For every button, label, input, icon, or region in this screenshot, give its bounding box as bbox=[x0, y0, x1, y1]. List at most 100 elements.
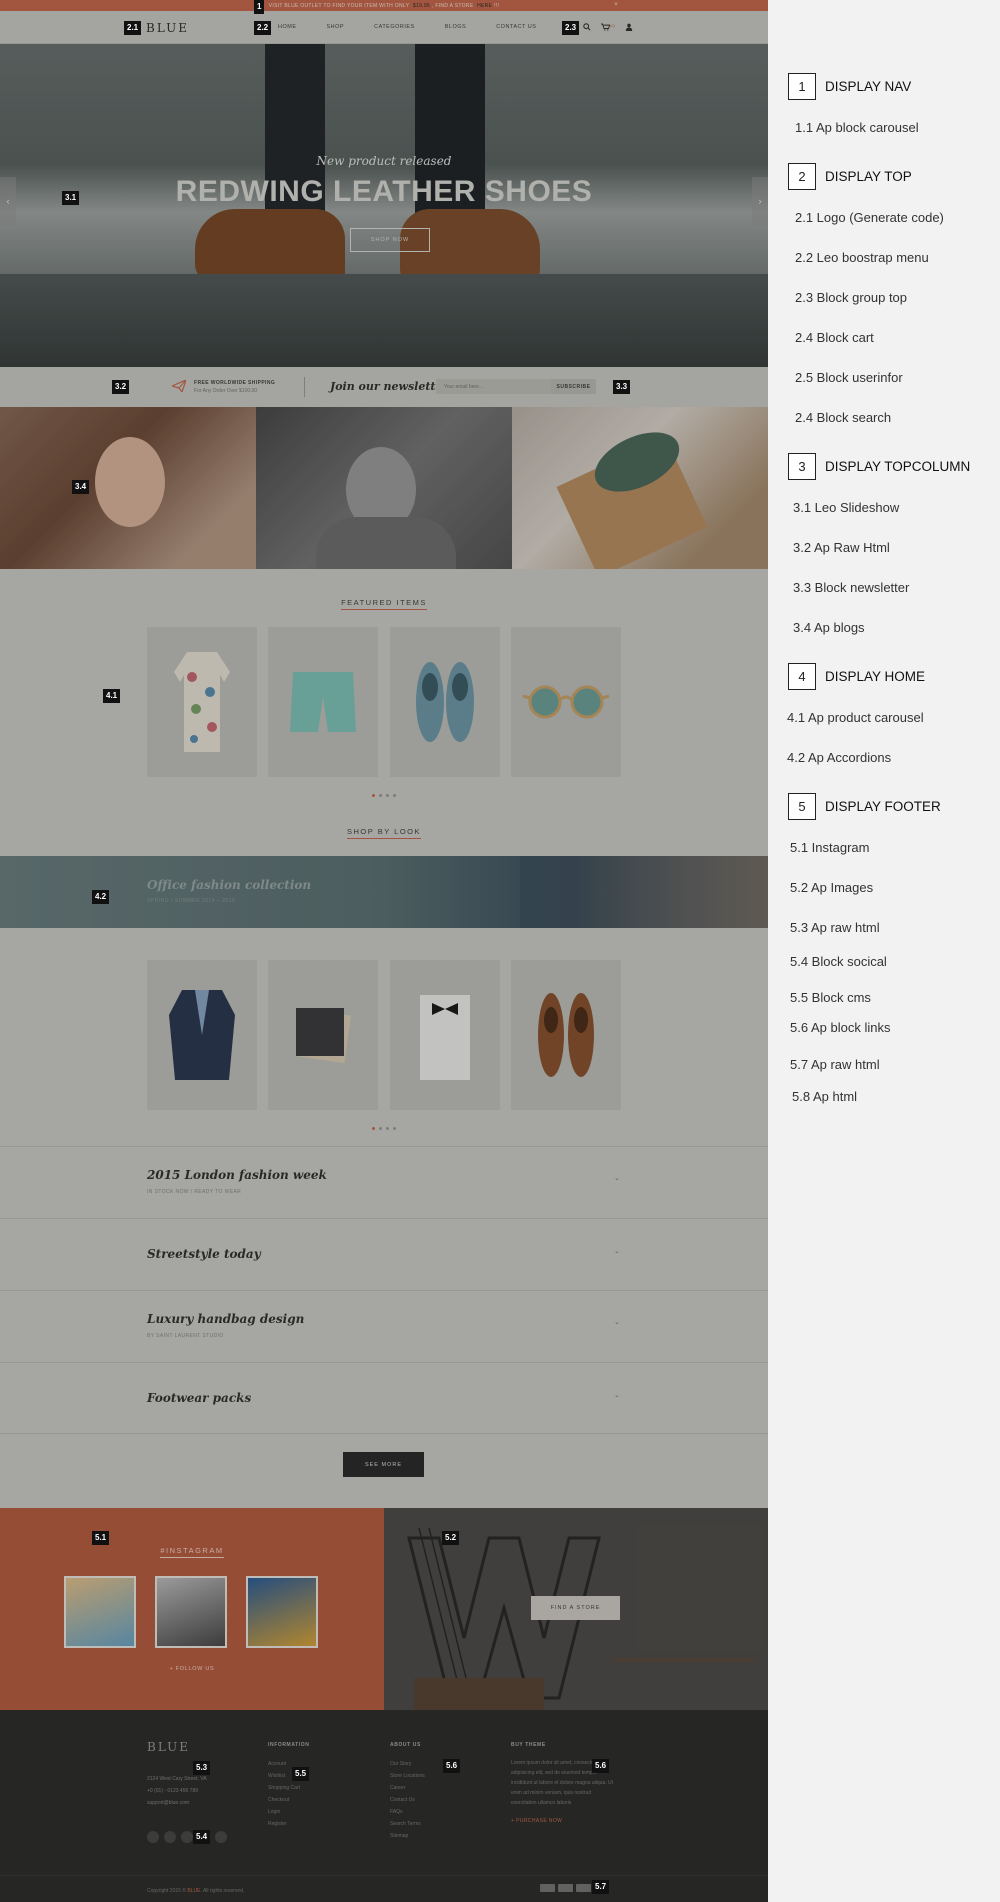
carousel-dot[interactable] bbox=[372, 794, 375, 797]
google-plus-icon[interactable] bbox=[181, 1831, 193, 1843]
legend-item: 5.7 Ap raw html bbox=[790, 1057, 880, 1072]
copyright-brand-link[interactable]: BLUE bbox=[187, 1888, 200, 1894]
accordion-title: Luxury handbag design bbox=[147, 1312, 305, 1326]
carousel-dot[interactable] bbox=[386, 794, 389, 797]
carousel-dot[interactable] bbox=[379, 1127, 382, 1130]
menu-item-contact[interactable]: CONTACT US bbox=[496, 24, 536, 30]
see-more-button[interactable]: SEE MORE bbox=[343, 1452, 424, 1477]
blog-image-bouquet[interactable] bbox=[512, 407, 768, 569]
annotation-badge: 2.1 bbox=[124, 21, 142, 35]
instagram-title-label: #INSTAGRAM bbox=[160, 1546, 224, 1558]
chevron-down-icon[interactable]: ⌄ bbox=[614, 1318, 620, 1326]
announcement-link[interactable]: HERE bbox=[477, 3, 492, 9]
instagram-title: #INSTAGRAM bbox=[0, 1546, 384, 1558]
product-blue-loafers[interactable] bbox=[390, 627, 500, 777]
blog-image-man[interactable] bbox=[256, 407, 512, 569]
instagram-photo[interactable] bbox=[155, 1576, 227, 1648]
footer-link[interactable]: Shopping Cart bbox=[268, 1782, 310, 1794]
user-icon[interactable] bbox=[625, 23, 633, 33]
legend-item: 4.2 Ap Accordions bbox=[787, 750, 892, 765]
annotation-badge: 4.1 bbox=[103, 689, 121, 703]
carousel-dots-2[interactable] bbox=[0, 1127, 768, 1130]
accordion-item[interactable]: Streetstyle today ⌄ bbox=[0, 1218, 768, 1290]
product-navy-blazer[interactable] bbox=[147, 960, 257, 1110]
follow-us-link[interactable]: + FOLLOW US bbox=[0, 1666, 384, 1672]
footer-link[interactable]: Checkout bbox=[268, 1794, 310, 1806]
footer-link[interactable]: Contact Us bbox=[390, 1794, 425, 1806]
footer-link[interactable]: Sitemap bbox=[390, 1830, 425, 1842]
product-sunglasses[interactable] bbox=[511, 627, 621, 777]
product-pocket-square[interactable] bbox=[268, 960, 378, 1110]
menu-item-blogs[interactable]: BLOGS bbox=[445, 24, 466, 30]
legend-item: 2.4 Block search bbox=[795, 410, 892, 425]
chevron-down-icon[interactable]: ⌄ bbox=[614, 1247, 620, 1255]
carousel-dot[interactable] bbox=[386, 1127, 389, 1130]
footer-column-title: ABOUT US bbox=[390, 1742, 421, 1748]
search-icon[interactable] bbox=[583, 23, 591, 33]
footer-email[interactable]: support@blue.com bbox=[147, 1797, 207, 1809]
social-icons bbox=[147, 1831, 227, 1843]
footer-link[interactable]: Career bbox=[390, 1782, 425, 1794]
legend-item: 2.5 Block userinfor bbox=[795, 370, 903, 385]
carousel-dot[interactable] bbox=[372, 1127, 375, 1130]
carousel-dot[interactable] bbox=[379, 794, 382, 797]
carousel-dot[interactable] bbox=[393, 794, 396, 797]
instagram-icon[interactable] bbox=[215, 1831, 227, 1843]
cart-icon[interactable]: (0) bbox=[601, 23, 615, 33]
legend-item: 2.2 Leo boostrap menu bbox=[795, 250, 929, 265]
chevron-down-icon[interactable]: ⌄ bbox=[614, 1391, 620, 1399]
accordion-item[interactable]: Footwear packs ⌄ bbox=[0, 1362, 768, 1434]
footer-link[interactable]: Search Terms bbox=[390, 1818, 425, 1830]
carousel-dots[interactable] bbox=[0, 794, 768, 797]
product-white-shirt-bowtie[interactable] bbox=[390, 960, 500, 1110]
slider-next-arrow[interactable]: › bbox=[752, 177, 768, 225]
twitter-icon[interactable] bbox=[164, 1831, 176, 1843]
find-a-store-button[interactable]: FIND A STORE bbox=[531, 1596, 620, 1620]
accordion-subtitle: IN STOCK NOW / READY TO WEAR bbox=[147, 1189, 242, 1195]
chevron-down-icon[interactable]: ⌄ bbox=[614, 1174, 620, 1182]
subscribe-button[interactable]: SUBSCRIBE bbox=[551, 379, 596, 394]
blog-image-woman[interactable] bbox=[0, 407, 256, 569]
shipping-subtitle: For Any Order Over $100.00 bbox=[194, 388, 258, 394]
footer-link[interactable]: FAQs bbox=[390, 1806, 425, 1818]
site-logo[interactable]: BLUE bbox=[146, 21, 189, 35]
mastercard-icon bbox=[558, 1884, 573, 1892]
footer-link[interactable]: Our Story bbox=[390, 1758, 425, 1770]
product-mint-shorts[interactable] bbox=[268, 627, 378, 777]
footer-information-column: INFORMATION Account Wishlist Shopping Ca… bbox=[268, 1742, 310, 1830]
annotation-badge: 3.4 bbox=[72, 480, 90, 494]
product-floral-shirt[interactable] bbox=[147, 627, 257, 777]
accordion-banner-office[interactable]: Office fashion collection SPRING / SUMME… bbox=[0, 856, 768, 928]
footer-logo[interactable]: BLUE bbox=[147, 1740, 190, 1754]
purchase-now-link[interactable]: + PURCHASE NOW bbox=[511, 1818, 616, 1824]
accordion-item[interactable]: 2015 London fashion week IN STOCK NOW / … bbox=[0, 1146, 768, 1218]
slider-prev-arrow[interactable]: ‹ bbox=[0, 177, 16, 225]
facebook-icon[interactable] bbox=[147, 1831, 159, 1843]
carousel-dot[interactable] bbox=[393, 1127, 396, 1130]
accordion-subtitle: BY SAINT LAURENT STUDIO bbox=[147, 1333, 224, 1339]
footer-link[interactable]: Store Locations bbox=[390, 1770, 425, 1782]
footer-link[interactable]: Register bbox=[268, 1818, 310, 1830]
announcement-price[interactable]: $19.95 bbox=[413, 3, 430, 9]
menu-item-home[interactable]: HOME bbox=[278, 24, 297, 30]
annotation-badge: 5.7 bbox=[592, 1880, 610, 1894]
footer-link[interactable]: Login bbox=[268, 1806, 310, 1818]
annotation-badge: 2.2 bbox=[254, 21, 272, 35]
legend-item: 3.3 Block newsletter bbox=[793, 580, 910, 595]
hero-slideshow: New product released REDWING LEATHER SHO… bbox=[0, 44, 768, 367]
shop-now-button[interactable]: SHOP NOW bbox=[350, 228, 430, 252]
featured-items-label: FEATURED ITEMS bbox=[341, 598, 427, 610]
accordion-item[interactable]: Luxury handbag design BY SAINT LAURENT S… bbox=[0, 1290, 768, 1362]
close-icon[interactable]: × bbox=[614, 2, 618, 8]
visa-icon bbox=[540, 1884, 555, 1892]
instagram-photo[interactable] bbox=[246, 1576, 318, 1648]
legend-section-number: 3 bbox=[788, 453, 816, 480]
legend-item: 3.4 Ap blogs bbox=[793, 620, 865, 635]
menu-item-categories[interactable]: CATEGORIES bbox=[374, 24, 415, 30]
product-brown-oxford-shoes[interactable] bbox=[511, 960, 621, 1110]
instagram-photo[interactable] bbox=[64, 1576, 136, 1648]
legend-item: 3.2 Ap Raw Html bbox=[793, 540, 890, 555]
menu-item-shop[interactable]: SHOP bbox=[327, 24, 345, 30]
newsletter-email-input[interactable] bbox=[436, 379, 551, 394]
divider bbox=[304, 377, 305, 397]
